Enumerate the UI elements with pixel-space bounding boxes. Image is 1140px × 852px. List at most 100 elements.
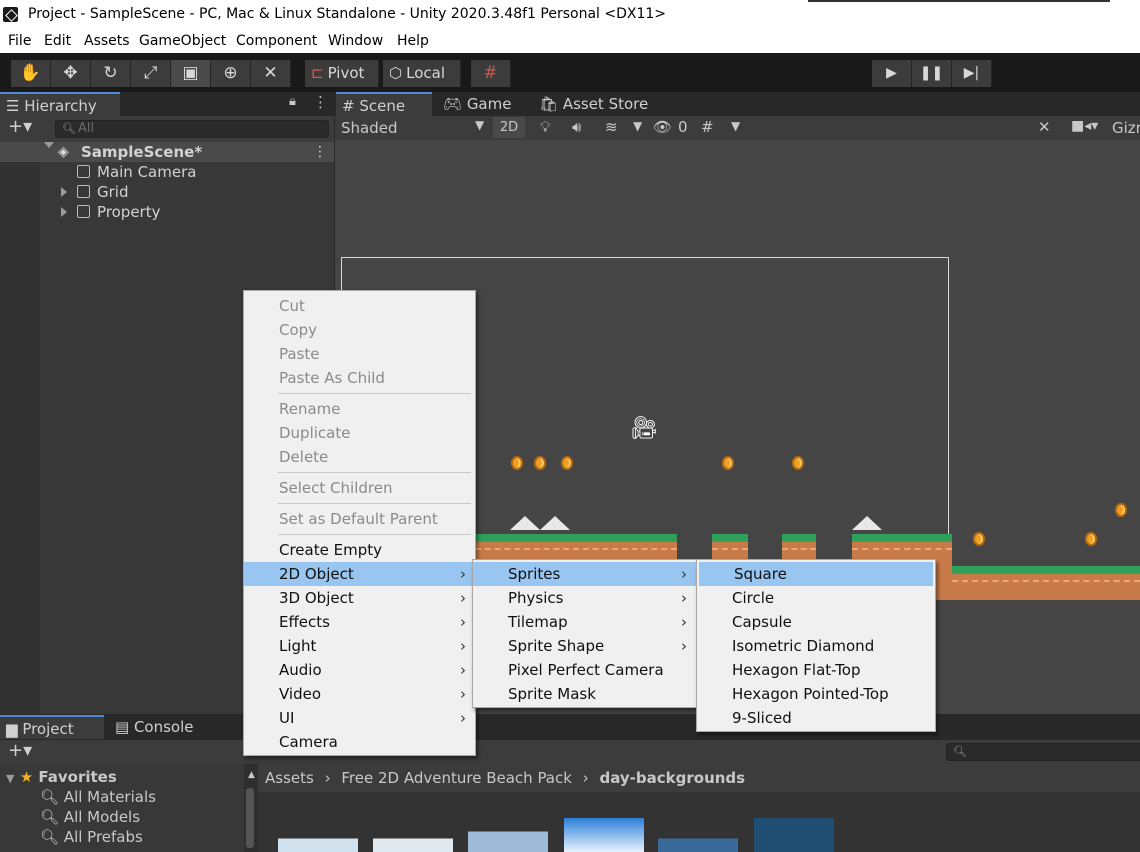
menu-item-cut[interactable]: Cut [244,294,475,318]
menu-component[interactable]: Component [236,33,317,49]
asset-thumbnail[interactable] [373,818,453,852]
favorite-item[interactable]: 🔍︎ All Prefabs [40,828,143,846]
camera-icon[interactable]: ■◂▾ [1071,118,1098,134]
favorites-row[interactable]: ▼ ★ Favorites [6,768,117,786]
menu-item-hexagon-flat-top[interactable]: Hexagon Flat-Top [697,658,935,682]
menu-item-effects[interactable]: Effects › [244,610,475,634]
menu-item-capsule[interactable]: Capsule [697,610,935,634]
grid-icon[interactable]: # [701,118,714,136]
custom-tool-icon[interactable]: ✕ [251,60,291,87]
menu-item-ui[interactable]: UI › [244,706,475,730]
asset-thumbnail[interactable] [564,818,644,852]
local-toggle[interactable]: ⬡ Local [383,60,461,87]
menu-file[interactable]: File [8,33,31,49]
pause-button-icon[interactable]: ❚❚ [912,60,952,87]
tab-hierarchy[interactable]: ☰ Hierarchy [0,92,120,116]
menu-item-rename[interactable]: Rename [244,397,475,421]
menu-item-paste[interactable]: Paste [244,342,475,366]
scene-more-icon[interactable]: ⋮ [313,142,327,162]
menu-item-2d-object[interactable]: 2D Object › [244,562,475,586]
hierarchy-item[interactable]: Grid [0,182,334,202]
expand-arrow-icon[interactable] [44,142,54,148]
menu-item-sprites[interactable]: Sprites › [473,562,696,586]
tab-asset-store[interactable]: 🛍︎ Asset Store [533,92,663,116]
lighting-icon[interactable]: 💡︎ [540,118,551,136]
effects-dropdown-icon[interactable]: ▼ [633,119,642,133]
tab-game[interactable]: 🎮︎ Game [437,92,529,116]
favorite-item[interactable]: 🔍︎ All Materials [40,788,156,806]
menu-item-isometric-diamond[interactable]: Isometric Diamond [697,634,935,658]
menu-item-create-empty[interactable]: Create Empty [244,538,475,562]
scrollbar-thumb[interactable] [246,788,254,848]
menu-item-audio[interactable]: Audio › [244,658,475,682]
tab-project[interactable]: ▆ Project [0,715,104,739]
gizmos-dropdown[interactable]: Gizr [1112,119,1140,137]
menu-window[interactable]: Window [328,33,383,49]
menu-item-set-default-parent[interactable]: Set as Default Parent [244,507,475,531]
project-search-input[interactable]: 🔍︎ [946,743,1140,761]
tools-icon[interactable]: ✕ [1038,118,1051,136]
move-tool-icon[interactable]: ✥ [51,60,91,87]
hierarchy-search-input[interactable]: 🔍︎ All [55,120,329,138]
asset-thumbnail[interactable] [278,818,358,852]
menu-item-video[interactable]: Video › [244,682,475,706]
breadcrumb-item[interactable]: day-backgrounds [600,769,746,787]
snap-grid-icon[interactable]: # [471,60,511,87]
asset-thumbnail[interactable] [658,818,738,852]
play-button-icon[interactable]: ▶ [872,60,912,87]
favorite-item[interactable]: 🔍︎ All Models [40,808,140,826]
expand-arrow-icon[interactable]: ▼ [6,772,14,785]
menu-item-3d-object[interactable]: 3D Object › [244,586,475,610]
collapse-arrow-icon[interactable] [61,187,67,197]
menu-help[interactable]: Help [397,33,429,49]
menu-item-9-sliced[interactable]: 9-Sliced [697,706,935,730]
rect-tool-icon[interactable]: ▣ [171,60,211,87]
rotate-tool-icon[interactable]: ↻ [91,60,131,87]
menu-item-circle[interactable]: Circle [697,586,935,610]
step-button-icon[interactable]: ▶| [952,60,992,87]
menu-item-delete[interactable]: Delete [244,445,475,469]
scroll-up-icon[interactable]: ▲ [248,770,255,780]
lock-icon[interactable]: 🔒︎ [289,94,296,109]
menu-item-hexagon-pointed-top[interactable]: Hexagon Pointed-Top [697,682,935,706]
menu-item-camera[interactable]: Camera [244,730,475,754]
menu-assets[interactable]: Assets [84,33,130,49]
collapse-arrow-icon[interactable] [61,207,67,217]
menu-item-light[interactable]: Light › [244,634,475,658]
asset-thumbnail[interactable] [468,818,548,852]
menu-item-sprite-mask[interactable]: Sprite Mask [473,682,696,706]
scale-tool-icon[interactable]: ⤢ [131,60,171,87]
hand-tool-icon[interactable]: ✋ [11,60,51,87]
menu-item-pixel-perfect-camera[interactable]: Pixel Perfect Camera [473,658,696,682]
menu-item-select-children[interactable]: Select Children [244,476,475,500]
tab-scene[interactable]: # Scene [336,92,432,116]
menu-item-sprite-shape[interactable]: Sprite Shape › [473,634,696,658]
audio-icon[interactable]: 🔊︎ [572,118,581,136]
create-asset-icon[interactable]: +▾ [8,740,32,761]
transform-tool-icon[interactable]: ⊕ [211,60,251,87]
grid-dropdown-icon[interactable]: ▼ [731,119,740,133]
breadcrumb-item[interactable]: Assets [265,769,314,787]
hierarchy-item[interactable]: Property [0,202,334,222]
menu-item-square[interactable]: Square [699,562,933,586]
hidden-objects-icon[interactable]: 👁︎ [653,118,672,136]
menu-item-copy[interactable]: Copy [244,318,475,342]
add-object-icon[interactable]: +▾ [8,116,32,137]
asset-thumbnail[interactable] [754,818,834,852]
mode-2d-toggle[interactable]: 2D [493,117,525,138]
chevron-down-icon[interactable]: ▼ [475,118,484,132]
menu-item-physics[interactable]: Physics › [473,586,696,610]
shading-mode-dropdown[interactable]: Shaded [341,119,398,137]
breadcrumb-item[interactable]: Free 2D Adventure Beach Pack [341,769,572,787]
more-menu-icon[interactable]: ⋮ [313,93,328,111]
menu-edit[interactable]: Edit [44,33,71,49]
menu-item-paste-as-child[interactable]: Paste As Child [244,366,475,390]
scene-row[interactable]: ◈ SampleScene* ⋮ [0,142,334,162]
menu-item-tilemap[interactable]: Tilemap › [473,610,696,634]
effects-icon[interactable]: ≋ [605,118,618,136]
pivot-toggle[interactable]: ⊏ Pivot [305,60,379,87]
tab-console[interactable]: ▤ Console [109,715,219,739]
hierarchy-item[interactable]: Main Camera [0,162,334,182]
menu-item-duplicate[interactable]: Duplicate [244,421,475,445]
menu-gameobject[interactable]: GameObject [139,33,226,49]
